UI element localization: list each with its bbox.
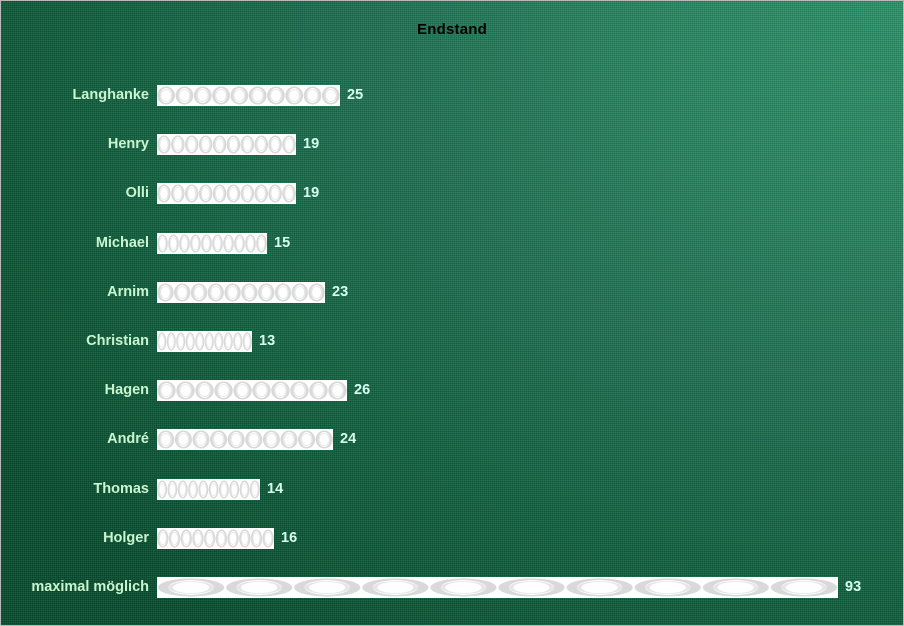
bar-category-label: Olli	[125, 185, 149, 201]
bar-fill	[157, 85, 340, 106]
bar-category-label: Thomas	[93, 481, 149, 497]
bar-fill	[157, 233, 267, 254]
bar	[157, 479, 260, 500]
bar	[157, 85, 340, 106]
bar-fill	[157, 380, 347, 401]
bar-value-label: 16	[281, 530, 298, 546]
bar-value-label: 25	[347, 87, 364, 103]
bar-value-label: 19	[303, 185, 320, 201]
bar-category-label: Henry	[107, 136, 149, 152]
bar-value-label: 15	[274, 235, 291, 251]
bar-row: Hagen 26	[0, 377, 904, 403]
bar-ring-pattern	[158, 578, 837, 597]
bar	[157, 528, 274, 549]
bar-fill	[157, 331, 252, 352]
bar-value-label: 24	[340, 431, 357, 447]
bar-row: Langhanke 25	[0, 82, 904, 108]
bar-fill	[157, 577, 838, 598]
bar-ring-pattern	[157, 184, 296, 203]
bar-fill	[157, 282, 325, 303]
bar-category-label: Christian	[86, 333, 149, 349]
bar-category-label: Michael	[95, 235, 149, 251]
chart-canvas: Endstand Langhanke 25 Henry 19 Olli 19 Michael…	[0, 0, 904, 626]
bar-row: Holger 16	[0, 525, 904, 551]
bar-row: Thomas 14	[0, 476, 904, 502]
bar-row: Arnim 23	[0, 279, 904, 305]
bar-value-label: 26	[354, 382, 371, 398]
page-title: Endstand	[417, 21, 487, 38]
bar-ring-pattern	[157, 234, 267, 253]
bar-fill	[157, 429, 333, 450]
bar-ring-pattern	[157, 381, 347, 400]
bar-row: Olli 19	[0, 180, 904, 206]
bar-fill	[157, 183, 296, 204]
bar-row: André 24	[0, 426, 904, 452]
bar-ring-pattern	[157, 332, 252, 351]
bar	[157, 134, 296, 155]
bar	[157, 577, 838, 598]
bar-ring-pattern	[157, 86, 340, 105]
bar	[157, 331, 252, 352]
bar-row: Henry 19	[0, 131, 904, 157]
bar-ring-pattern	[157, 529, 274, 548]
bar-value-label: 13	[259, 333, 276, 349]
bar-category-label: Langhanke	[72, 87, 149, 103]
bar-value-label: 23	[332, 284, 349, 300]
bar-fill	[157, 528, 274, 549]
bar-ring-pattern	[157, 430, 333, 449]
bar-value-label: 93	[845, 579, 862, 595]
bar-fill	[157, 134, 296, 155]
bar-row: Christian 13	[0, 328, 904, 354]
bar-value-label: 14	[267, 481, 284, 497]
bar-row: Michael 15	[0, 230, 904, 256]
bar	[157, 282, 325, 303]
bar-category-label: André	[107, 431, 149, 447]
bar-ring-pattern	[157, 283, 325, 302]
bar-ring-pattern	[157, 480, 260, 499]
bar-ring-pattern	[157, 135, 296, 154]
bar	[157, 183, 296, 204]
bar-row: maximal möglich 93	[0, 574, 904, 600]
bar-category-label: Hagen	[104, 382, 149, 398]
bar-category-label: maximal möglich	[31, 579, 149, 595]
bar	[157, 429, 333, 450]
bar-value-label: 19	[303, 136, 320, 152]
bar	[157, 380, 347, 401]
bar	[157, 233, 267, 254]
bar-fill	[157, 479, 260, 500]
bar-category-label: Holger	[103, 530, 149, 546]
bar-category-label: Arnim	[107, 284, 149, 300]
